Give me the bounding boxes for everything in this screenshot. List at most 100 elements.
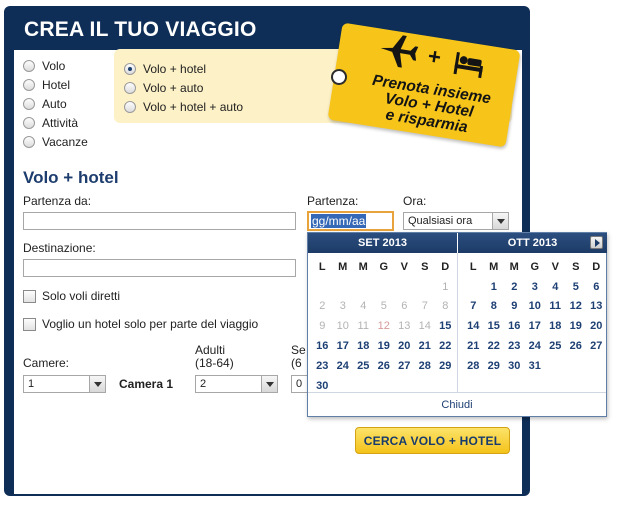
chevron-down-icon[interactable] <box>492 213 508 229</box>
calendar-day[interactable]: 19 <box>566 316 587 336</box>
calendar-day[interactable]: 6 <box>586 277 607 297</box>
departure-date-input[interactable]: gg/mm/aa <box>307 211 394 231</box>
empty-day-cell <box>415 277 436 297</box>
calendar-day[interactable]: 23 <box>312 356 333 376</box>
radio-dot-selected[interactable] <box>124 63 136 75</box>
widget-title: CREA IL TUO VIAGGIO <box>24 18 257 41</box>
radio-volo-hotel-auto[interactable]: Volo + hotel + auto <box>124 100 243 114</box>
radio-dot[interactable] <box>124 82 136 94</box>
calendar-day[interactable]: 25 <box>545 336 566 356</box>
calendar-day[interactable]: 26 <box>374 356 395 376</box>
radio-volo-auto[interactable]: Volo + auto <box>124 81 203 95</box>
direct-flights-checkbox[interactable]: Solo voli diretti <box>23 289 120 303</box>
calendar-day[interactable]: 31 <box>525 356 546 376</box>
calendar-day[interactable]: 11 <box>545 297 566 317</box>
radio-dot[interactable] <box>23 79 35 91</box>
calendar-day[interactable]: 4 <box>545 277 566 297</box>
radio-dot[interactable] <box>23 60 35 72</box>
radio-vacanze[interactable]: Vacanze <box>23 135 88 149</box>
calendar-day[interactable]: 1 <box>484 277 505 297</box>
calendar-day[interactable]: 26 <box>566 336 587 356</box>
calendar-day[interactable]: 13 <box>586 297 607 317</box>
calendar-day[interactable]: 25 <box>353 356 374 376</box>
calendar-day[interactable]: 14 <box>463 316 484 336</box>
empty-day-cell <box>374 277 395 297</box>
calendar-day[interactable]: 29 <box>435 356 456 376</box>
partial-hotel-checkbox[interactable]: Voglio un hotel solo per parte del viagg… <box>23 317 258 331</box>
calendar-day[interactable]: 27 <box>394 356 415 376</box>
checkbox-box[interactable] <box>23 289 36 303</box>
calendar-day[interactable]: 3 <box>525 277 546 297</box>
next-month-icon[interactable] <box>590 236 603 249</box>
empty-day-cell <box>394 277 415 297</box>
rooms-select[interactable]: 1 <box>23 375 106 393</box>
calendar-day[interactable]: 28 <box>463 356 484 376</box>
empty-day-cell <box>312 277 333 297</box>
weekday-header: M <box>489 260 499 273</box>
calendar-day[interactable]: 29 <box>484 356 505 376</box>
calendar-day[interactable]: 23 <box>504 336 525 356</box>
calendar-day[interactable]: 18 <box>545 316 566 336</box>
promo-price-tag: + Prenota insieme Volo + Hotel e risparm… <box>318 14 530 154</box>
adults-select[interactable]: 2 <box>195 375 278 393</box>
calendar-month-title-right: OTT 2013 <box>458 233 607 253</box>
calendar-day[interactable]: 20 <box>394 336 415 356</box>
radio-dot[interactable] <box>23 136 35 148</box>
checkbox-label: Solo voli diretti <box>42 289 121 303</box>
calendar-day[interactable]: 22 <box>484 336 505 356</box>
chevron-down-icon[interactable] <box>89 376 105 392</box>
calendar-day[interactable]: 16 <box>504 316 525 336</box>
time-select[interactable]: Qualsiasi ora <box>403 212 509 230</box>
calendar-day[interactable]: 15 <box>484 316 505 336</box>
calendar-month-title-right-text: OTT 2013 <box>507 237 558 249</box>
calendar-day[interactable]: 24 <box>525 336 546 356</box>
calendar-day[interactable]: 21 <box>415 336 436 356</box>
adults-label: Adulti (18-64) <box>195 344 234 370</box>
calendar-day: 12 <box>377 320 390 333</box>
radio-label: Volo + hotel + auto <box>143 100 244 114</box>
calendar-day[interactable]: 30 <box>504 356 525 376</box>
calendar-day[interactable]: 28 <box>415 356 436 376</box>
calendar-day[interactable]: 7 <box>463 297 484 317</box>
calendar-day: 13 <box>398 320 411 333</box>
radio-volo-hotel[interactable]: Volo + hotel <box>124 62 206 76</box>
destination-input[interactable] <box>23 259 296 277</box>
radio-hotel[interactable]: Hotel <box>23 78 70 92</box>
calendar-day[interactable]: 24 <box>333 356 354 376</box>
seniors-label-line2: (6 <box>291 356 302 370</box>
search-flight-hotel-button[interactable]: CERCA VOLO + HOTEL <box>355 427 510 454</box>
calendar-day[interactable]: 10 <box>525 297 546 317</box>
calendar-day[interactable]: 2 <box>504 277 525 297</box>
calendar-day[interactable]: 5 <box>566 277 587 297</box>
calendar-day[interactable]: 8 <box>484 297 505 317</box>
checkbox-box[interactable] <box>23 317 36 331</box>
calendar-day[interactable]: 20 <box>586 316 607 336</box>
adults-select-value: 2 <box>200 378 207 390</box>
chevron-down-icon[interactable] <box>261 376 277 392</box>
radio-dot[interactable] <box>124 101 136 113</box>
weekday-header: S <box>572 260 580 273</box>
radio-attivita[interactable]: Attività <box>23 116 78 130</box>
calendar-divider <box>457 253 458 393</box>
calendar-day[interactable]: 17 <box>333 336 354 356</box>
radio-volo[interactable]: Volo <box>23 59 65 73</box>
calendar-day[interactable]: 12 <box>566 297 587 317</box>
radio-dot[interactable] <box>23 117 35 129</box>
calendar-day[interactable]: 17 <box>525 316 546 336</box>
calendar-day[interactable]: 9 <box>504 297 525 317</box>
calendar-day[interactable]: 21 <box>463 336 484 356</box>
radio-auto[interactable]: Auto <box>23 97 67 111</box>
empty-day-cell <box>333 277 354 297</box>
calendar-day[interactable]: 16 <box>312 336 333 356</box>
calendar-day[interactable]: 15 <box>435 316 456 336</box>
weekday-header: M <box>338 260 348 273</box>
radio-dot[interactable] <box>23 98 35 110</box>
from-input[interactable] <box>23 212 296 230</box>
calendar-day[interactable]: 27 <box>586 336 607 356</box>
section-title: Volo + hotel <box>23 168 119 187</box>
radio-label: Volo + hotel <box>143 62 207 76</box>
calendar-day[interactable]: 19 <box>374 336 395 356</box>
calendar-day[interactable]: 18 <box>353 336 374 356</box>
calendar-close-link[interactable]: Chiudi <box>308 392 606 416</box>
calendar-day[interactable]: 22 <box>435 336 456 356</box>
